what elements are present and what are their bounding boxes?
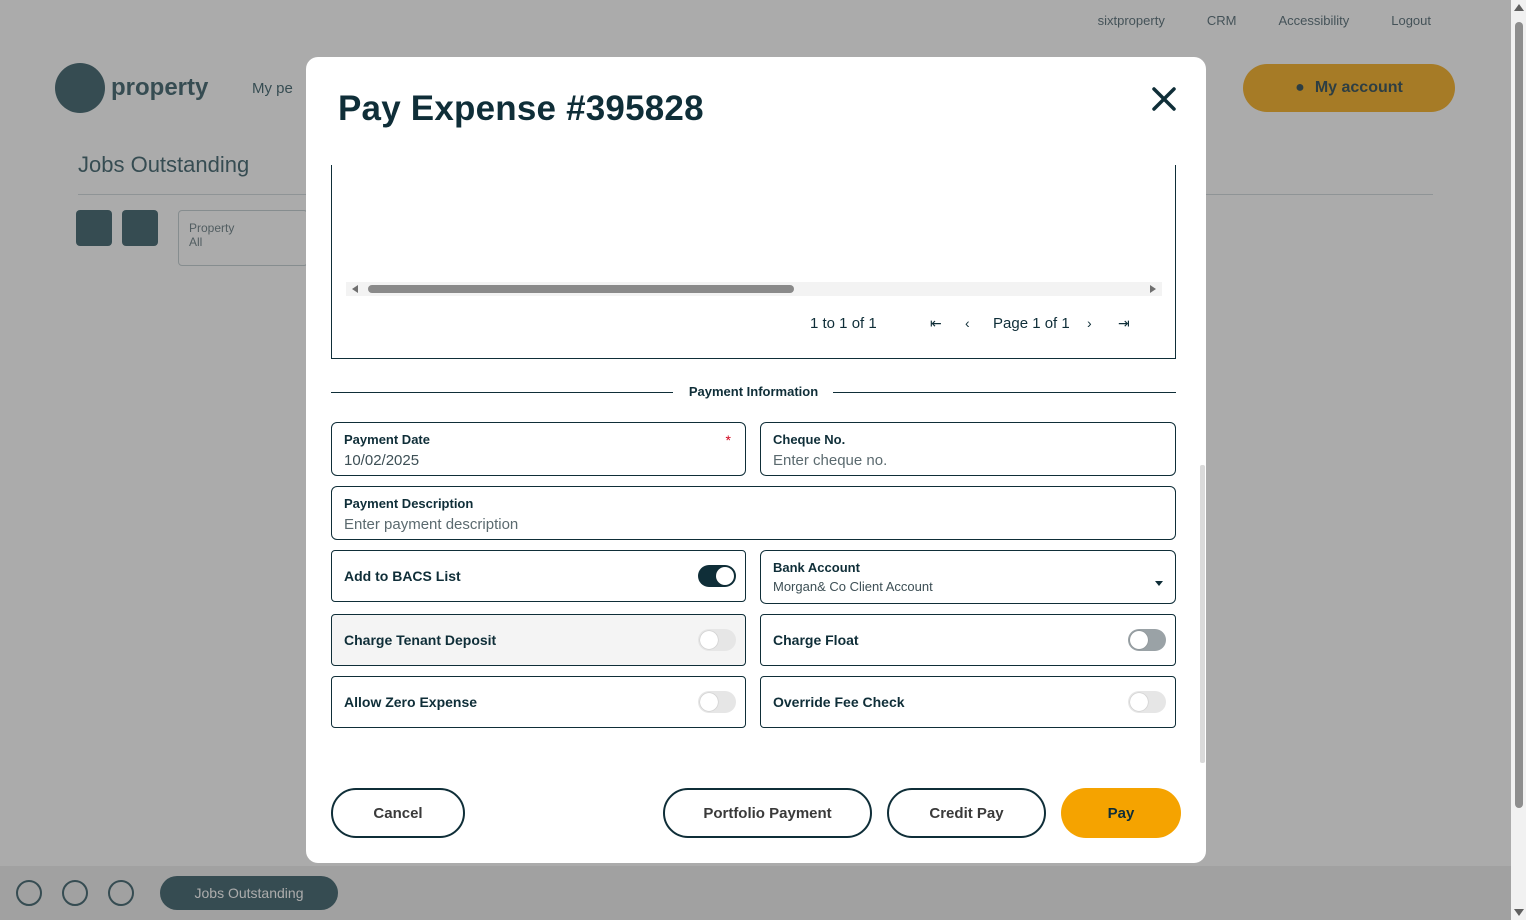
bank-account-label: Bank Account bbox=[773, 560, 860, 575]
payment-date-field[interactable]: Payment Date * 10/02/2025 bbox=[331, 422, 746, 476]
next-page-icon[interactable]: › bbox=[1087, 315, 1092, 331]
payment-description-label: Payment Description bbox=[344, 496, 474, 511]
charge-float-label: Charge Float bbox=[773, 632, 859, 648]
expense-grid: 1 to 1 of 1 ⇤ ‹ Page 1 of 1 › ⇥ bbox=[331, 165, 1176, 359]
override-fee-check-switch[interactable] bbox=[1128, 691, 1166, 713]
switch-knob bbox=[1130, 693, 1148, 711]
override-fee-check-toggle-row[interactable]: Override Fee Check bbox=[760, 676, 1176, 728]
add-to-bacs-toggle-row[interactable]: Add to BACS List bbox=[331, 550, 746, 602]
charge-tenant-deposit-switch[interactable] bbox=[698, 629, 736, 651]
allow-zero-expense-switch[interactable] bbox=[698, 691, 736, 713]
window-scrollbar[interactable] bbox=[1511, 0, 1526, 920]
charge-float-switch[interactable] bbox=[1128, 629, 1166, 651]
dialog-scrollbar[interactable] bbox=[1200, 465, 1205, 763]
grid-scrollbar-thumb[interactable] bbox=[368, 285, 794, 293]
close-button[interactable] bbox=[1150, 83, 1178, 115]
grid-horizontal-scrollbar[interactable] bbox=[346, 282, 1162, 296]
add-to-bacs-switch[interactable] bbox=[698, 565, 736, 587]
charge-float-toggle-row[interactable]: Charge Float bbox=[760, 614, 1176, 666]
first-page-icon[interactable]: ⇤ bbox=[930, 315, 942, 332]
cheque-no-field[interactable]: Cheque No. Enter cheque no. bbox=[760, 422, 1176, 476]
credit-pay-button[interactable]: Credit Pay bbox=[887, 788, 1046, 838]
bank-account-value: Morgan& Co Client Account bbox=[773, 579, 933, 594]
switch-knob bbox=[700, 631, 718, 649]
add-to-bacs-label: Add to BACS List bbox=[344, 568, 461, 584]
divider-line bbox=[833, 392, 1176, 393]
last-page-icon[interactable]: ⇥ bbox=[1118, 315, 1130, 332]
row-count: 1 to 1 of 1 bbox=[810, 315, 877, 332]
dialog-title: Pay Expense #395828 bbox=[338, 89, 704, 128]
override-fee-check-label: Override Fee Check bbox=[773, 694, 905, 710]
payment-description-field[interactable]: Payment Description Enter payment descri… bbox=[331, 486, 1176, 540]
page-indicator: Page 1 of 1 bbox=[993, 315, 1070, 332]
cheque-no-label: Cheque No. bbox=[773, 432, 846, 447]
cheque-no-input[interactable]: Enter cheque no. bbox=[773, 452, 887, 469]
charge-tenant-deposit-toggle-row[interactable]: Charge Tenant Deposit bbox=[331, 614, 746, 666]
payment-description-input[interactable]: Enter payment description bbox=[344, 516, 518, 533]
pay-button[interactable]: Pay bbox=[1061, 788, 1181, 838]
close-icon bbox=[1152, 87, 1176, 111]
payment-information-divider: Payment Information bbox=[331, 383, 1176, 403]
previous-page-icon[interactable]: ‹ bbox=[965, 315, 970, 331]
scroll-up-icon[interactable] bbox=[1514, 4, 1524, 11]
bank-account-select[interactable]: Bank Account Morgan& Co Client Account bbox=[760, 550, 1176, 604]
scroll-right-icon[interactable] bbox=[1150, 285, 1156, 293]
pay-expense-dialog: Pay Expense #395828 1 to 1 of 1 ⇤ ‹ Page… bbox=[306, 57, 1206, 863]
scroll-down-icon[interactable] bbox=[1514, 909, 1524, 916]
scrollbar-thumb[interactable] bbox=[1515, 22, 1523, 808]
payment-date-value[interactable]: 10/02/2025 bbox=[344, 452, 419, 469]
grid-pagination: 1 to 1 of 1 ⇤ ‹ Page 1 of 1 › ⇥ bbox=[332, 315, 1175, 335]
dropdown-caret-icon bbox=[1155, 581, 1163, 586]
switch-knob bbox=[700, 693, 718, 711]
charge-tenant-deposit-label: Charge Tenant Deposit bbox=[344, 632, 497, 648]
switch-knob bbox=[716, 567, 734, 585]
cancel-button[interactable]: Cancel bbox=[331, 788, 465, 838]
required-marker: * bbox=[725, 432, 731, 448]
allow-zero-expense-label: Allow Zero Expense bbox=[344, 694, 478, 710]
allow-zero-expense-toggle-row[interactable]: Allow Zero Expense bbox=[331, 676, 746, 728]
payment-date-label: Payment Date bbox=[344, 432, 430, 447]
switch-knob bbox=[1130, 631, 1148, 649]
scroll-left-icon[interactable] bbox=[352, 285, 358, 293]
portfolio-payment-button[interactable]: Portfolio Payment bbox=[663, 788, 872, 838]
